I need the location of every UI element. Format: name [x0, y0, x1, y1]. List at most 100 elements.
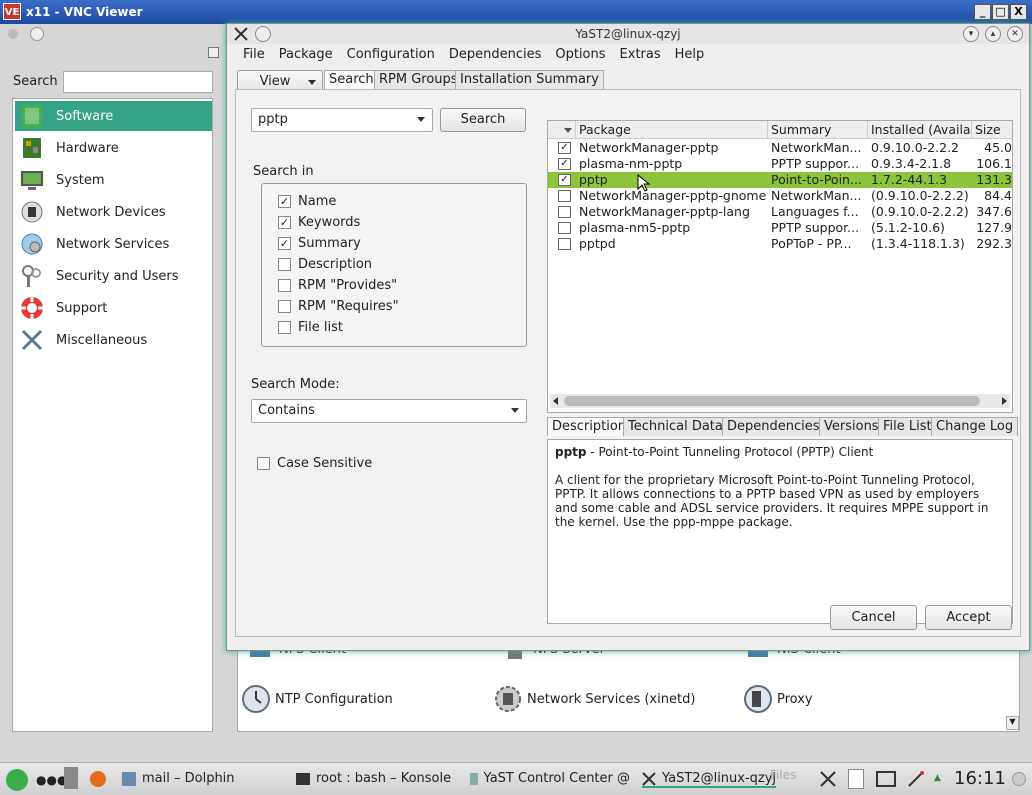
- package-column-header[interactable]: Package: [576, 121, 768, 139]
- menu-dependencies[interactable]: Dependencies: [449, 44, 542, 66]
- module-proxy[interactable]: Proxy: [742, 683, 813, 715]
- tab-dependencies[interactable]: Dependencies: [722, 417, 825, 436]
- tab-change-log[interactable]: Change Log: [931, 417, 1019, 436]
- package-status-checkbox[interactable]: [558, 206, 571, 218]
- search-button[interactable]: Search: [440, 108, 526, 132]
- menu-extras[interactable]: Extras: [620, 44, 661, 66]
- menu-help[interactable]: Help: [675, 44, 705, 66]
- table-row-selected[interactable]: ✓ pptp Point-to-Poin... 1.7.2-44.1.3 131…: [548, 172, 1012, 188]
- tab-file-list[interactable]: File List: [878, 417, 937, 436]
- table-row[interactable]: NetworkManager-pptp-gnome NetworkMan... …: [548, 188, 1012, 204]
- more-dots-icon[interactable]: ●●●: [36, 774, 67, 786]
- table-row[interactable]: plasma-nm5-pptp PPTP suppor... (5.1.2-10…: [548, 220, 1012, 236]
- search-mode-select[interactable]: Contains: [251, 399, 527, 423]
- hardware-icon: [17, 134, 47, 162]
- summary-column-header[interactable]: Summary: [768, 121, 868, 139]
- search-history-arrow-icon[interactable]: [417, 117, 425, 122]
- dialog-maximize-button[interactable]: ▴: [985, 26, 1001, 42]
- search-in-rpm-provides[interactable]: RPM "Provides": [278, 278, 397, 293]
- package-status-checkbox[interactable]: [558, 238, 571, 250]
- tab-versions[interactable]: Versions: [819, 417, 884, 436]
- status-column-header[interactable]: [548, 121, 576, 139]
- clock[interactable]: 16:11: [954, 768, 1006, 789]
- search-in-keywords[interactable]: ✓ Keywords: [278, 215, 360, 230]
- start-menu-icon[interactable]: [6, 769, 28, 791]
- panel-settings-icon[interactable]: [1012, 772, 1026, 786]
- category-miscellaneous[interactable]: Miscellaneous: [15, 325, 212, 355]
- menu-options[interactable]: Options: [555, 44, 605, 66]
- display-icon[interactable]: [876, 771, 896, 787]
- module-network-services-xinetd[interactable]: Network Services (xinetd): [492, 683, 695, 715]
- installed-column-header[interactable]: Installed (Availal: [868, 121, 972, 139]
- expand-tray-icon[interactable]: ▲: [934, 773, 941, 783]
- vnc-close-button[interactable]: X: [1010, 4, 1027, 20]
- tab-search[interactable]: Search: [324, 70, 379, 89]
- category-system[interactable]: System: [15, 165, 212, 195]
- network-devices-icon: [17, 198, 47, 226]
- task-yast-control-center[interactable]: YaST Control Center @: [470, 771, 630, 786]
- package-status-checkbox[interactable]: [558, 190, 571, 202]
- yast-cc-icon: [470, 772, 478, 785]
- yast-icon[interactable]: [233, 26, 249, 42]
- network-plug-icon[interactable]: [906, 769, 926, 789]
- dialog-close-button[interactable]: ✕: [1007, 26, 1023, 42]
- package-status-checkbox[interactable]: ✓: [558, 158, 571, 170]
- task-konsole[interactable]: root : bash – Konsole: [296, 771, 451, 786]
- category-hardware[interactable]: Hardware: [15, 133, 212, 163]
- restore-icon[interactable]: [208, 47, 219, 58]
- menu-file[interactable]: File: [243, 44, 265, 66]
- search-in-summary[interactable]: ✓ Summary: [278, 236, 361, 251]
- search-input[interactable]: pptp: [251, 108, 433, 132]
- scrollbar-thumb[interactable]: [564, 396, 980, 406]
- package-status-checkbox[interactable]: [558, 222, 571, 234]
- search-in-file-list[interactable]: File list: [278, 320, 343, 335]
- case-sensitive-checkbox[interactable]: Case Sensitive: [257, 456, 372, 471]
- search-mode-arrow-icon: [511, 408, 519, 413]
- task-yast2[interactable]: YaST2@linux-qzyj: [642, 771, 777, 788]
- tab-technical-data[interactable]: Technical Data: [623, 417, 728, 436]
- table-row[interactable]: NetworkManager-pptp-lang Languages f... …: [548, 204, 1012, 220]
- module-ntp-configuration[interactable]: NTP Configuration: [240, 683, 393, 715]
- tab-description[interactable]: Description: [547, 417, 632, 436]
- table-row[interactable]: ✓ NetworkManager-pptp NetworkMan... 0.9.…: [548, 140, 1012, 156]
- cc-search-input[interactable]: [63, 71, 213, 93]
- search-in-name[interactable]: ✓ Name: [278, 194, 336, 209]
- menu-package[interactable]: Package: [279, 44, 333, 66]
- package-status-checkbox[interactable]: ✓: [558, 142, 571, 154]
- category-support[interactable]: Support: [15, 293, 212, 323]
- scissors-icon[interactable]: [818, 769, 838, 789]
- tab-installation-summary[interactable]: Installation Summary: [455, 70, 604, 89]
- package-status-checkbox[interactable]: ✓: [558, 174, 571, 186]
- app-menu-button[interactable]: [30, 27, 44, 41]
- horizontal-scrollbar[interactable]: [550, 394, 1010, 408]
- taskbar: ●●● mail – Dolphin root : bash – Konsole…: [0, 762, 1032, 795]
- table-row[interactable]: pptpd PoPToP - PP... (1.3.4-118.1.3) 292…: [548, 236, 1012, 252]
- wrench-icon[interactable]: [6, 27, 20, 41]
- vnc-maximize-button[interactable]: □: [992, 4, 1009, 20]
- dialog-menu-button[interactable]: [255, 26, 271, 42]
- desktop-pager-icon[interactable]: [64, 767, 78, 789]
- size-column-header[interactable]: Size: [972, 121, 1012, 139]
- cancel-button[interactable]: Cancel: [830, 605, 917, 630]
- network-services-gear-icon: [492, 683, 524, 715]
- tab-rpm-groups[interactable]: RPM Groups: [374, 70, 463, 89]
- scroll-down-button[interactable]: ▼: [1006, 716, 1019, 730]
- vnc-minimize-button[interactable]: _: [974, 4, 991, 20]
- dialog-minimize-button[interactable]: ▾: [963, 26, 979, 42]
- firefox-icon[interactable]: [90, 771, 106, 787]
- scroll-left-icon[interactable]: [553, 397, 558, 405]
- category-network-devices[interactable]: Network Devices: [15, 197, 212, 227]
- yast2-task-icon: [642, 771, 656, 786]
- description-body: A client for the proprietary Microsoft P…: [555, 473, 989, 529]
- menu-configuration[interactable]: Configuration: [347, 44, 435, 66]
- clipboard-icon[interactable]: [848, 769, 864, 789]
- accept-button[interactable]: Accept: [925, 605, 1012, 630]
- search-in-rpm-requires[interactable]: RPM "Requires": [278, 299, 399, 314]
- task-dolphin[interactable]: mail – Dolphin: [122, 771, 235, 786]
- search-in-description[interactable]: Description: [278, 257, 372, 272]
- category-network-services[interactable]: Network Services: [15, 229, 212, 259]
- category-software[interactable]: Software: [15, 101, 212, 131]
- table-row[interactable]: ✓ plasma-nm-pptp PPTP suppor... 0.9.3.4-…: [548, 156, 1012, 172]
- scroll-right-icon[interactable]: [1002, 397, 1007, 405]
- category-security-users[interactable]: Security and Users: [15, 261, 212, 291]
